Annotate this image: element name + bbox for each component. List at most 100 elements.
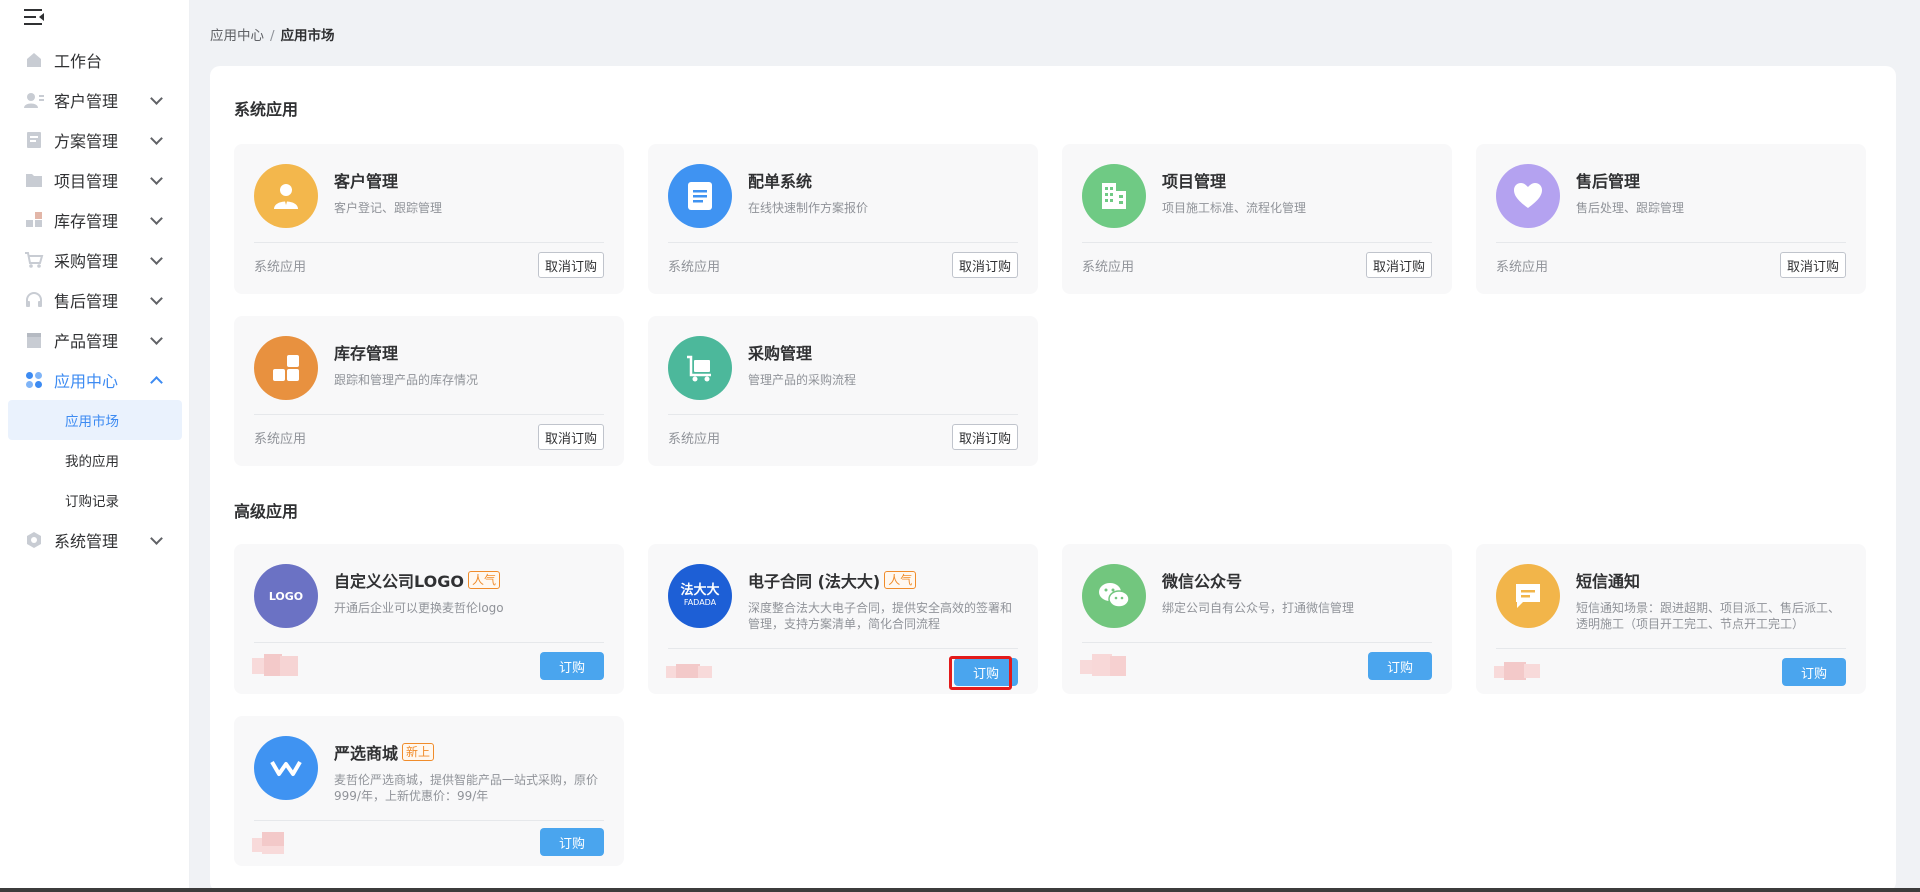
divider (1496, 648, 1846, 649)
cancel-subscription-button[interactable]: 取消订购 (1779, 252, 1846, 278)
section-title-advanced: 高级应用 (234, 502, 299, 521)
app-name: 库存管理 (334, 340, 398, 364)
sidebar-menu: 工作台 客户管理 方案管理 项目管理 库存管理 采购管理 售后管理 产品管理 应… (0, 40, 190, 560)
breadcrumb-separator: / (270, 28, 275, 44)
headset-icon (24, 290, 44, 310)
app-description: 跟踪和管理产品的库存情况 (334, 373, 479, 387)
app-description: 深度整合法大大电子合同，提供安全高效的签署和管理，支持方案清单，简化合同流程 (748, 601, 1013, 631)
sidebar-item-label: 库存管理 (54, 212, 119, 231)
customer-icon (24, 90, 44, 110)
mall-icon (254, 736, 318, 800)
app-name: 严选商城 新上 (334, 740, 435, 764)
app-card: 项目管理 项目施工标准、流程化管理 系统应用 取消订购 (1062, 144, 1452, 294)
blurred-price (1494, 660, 1540, 684)
sidebar-item-label: 产品管理 (54, 332, 119, 351)
subscribe-button[interactable]: 订购 (954, 658, 1018, 686)
divider (254, 242, 604, 243)
app-description: 售后处理、跟踪管理 (1576, 201, 1685, 215)
sidebar-item-project[interactable]: 项目管理 (0, 160, 190, 200)
sidebar-item-plan[interactable]: 方案管理 (0, 120, 190, 160)
app-name-text: 严选商城 (334, 744, 399, 763)
subscribe-button[interactable]: 订购 (540, 828, 604, 856)
app-name: 微信公众号 (1162, 568, 1242, 592)
cancel-subscription-button[interactable]: 取消订购 (951, 252, 1018, 278)
app-name-text: 项目管理 (1162, 172, 1227, 191)
chevron-down-icon (150, 252, 163, 265)
sidebar-item-workbench[interactable]: 工作台 (0, 40, 190, 80)
app-card: LOGO 自定义公司LOGO 人气 开通后企业可以更换麦哲伦logo 订购 (234, 544, 624, 694)
cancel-subscription-button[interactable]: 取消订购 (537, 252, 604, 278)
app-card: 严选商城 新上 麦哲伦严选商城，提供智能产品一站式采购，原价999/年，上新优惠价… (234, 716, 624, 866)
blocks-icon (254, 336, 318, 400)
app-description: 项目施工标准、流程化管理 (1162, 201, 1307, 215)
sidebar-item-label: 工作台 (54, 52, 103, 71)
cancel-subscription-button[interactable]: 取消订购 (951, 424, 1018, 450)
sidebar-subitem-app-market[interactable]: 应用市场 (8, 400, 182, 440)
popular-badge: 人气 (467, 571, 500, 589)
sidebar-subitem-my-apps[interactable]: 我的应用 (8, 440, 182, 480)
chevron-down-icon (150, 92, 163, 105)
chevron-down-icon (150, 332, 163, 345)
fadada-icon: 法大大 FADADA (668, 564, 732, 628)
wechat-icon (1082, 564, 1146, 628)
subscribe-button[interactable]: 订购 (1368, 652, 1432, 680)
sidebar-subitem-order-records[interactable]: 订购记录 (8, 480, 182, 520)
app-card: 微信公众号 绑定公司自有公众号，打通微信管理 订购 (1062, 544, 1452, 694)
app-market-panel: 系统应用 客户管理 客户登记、跟踪管理 系统应用 取消订购 配单系统 在线快速制… (210, 66, 1896, 892)
sidebar-item-label: 采购管理 (54, 252, 119, 271)
subscribe-button[interactable]: 订购 (540, 652, 604, 680)
person-icon (254, 164, 318, 228)
app-name-text: 客户管理 (334, 172, 399, 191)
divider (1082, 242, 1432, 243)
document-icon (668, 164, 732, 228)
sidebar-item-purchase[interactable]: 采购管理 (0, 240, 190, 280)
document-icon (24, 130, 44, 150)
blurred-price (666, 662, 712, 686)
app-type-label: 系统应用 (668, 260, 721, 275)
app-card: 客户管理 客户登记、跟踪管理 系统应用 取消订购 (234, 144, 624, 294)
sidebar-item-label: 售后管理 (54, 292, 119, 311)
app-card: 短信通知 短信通知场景：跟进超期、项目派工、售后派工、透明施工（项目开工完工、节… (1476, 544, 1866, 694)
app-type-label: 系统应用 (1496, 260, 1549, 275)
sidebar-item-aftersale[interactable]: 售后管理 (0, 280, 190, 320)
app-description: 在线快速制作方案报价 (748, 201, 869, 215)
app-name-text: 微信公众号 (1162, 572, 1243, 591)
app-card: 法大大 FADADA 电子合同 (法大大) 人气 深度整合法大大电子合同，提供安全… (648, 544, 1038, 694)
divider (1496, 242, 1846, 243)
app-name-text: 采购管理 (748, 344, 813, 363)
breadcrumb-parent[interactable]: 应用中心 (210, 28, 264, 44)
home-icon (24, 50, 44, 70)
sidebar-item-system[interactable]: 系统管理 (0, 520, 190, 560)
cancel-subscription-button[interactable]: 取消订购 (1365, 252, 1432, 278)
app-card: 库存管理 跟踪和管理产品的库存情况 系统应用 取消订购 (234, 316, 624, 466)
logo-subtext: FADADA (683, 598, 717, 607)
chevron-down-icon (150, 212, 163, 225)
chevron-up-icon (150, 376, 163, 389)
app-description: 短信通知场景：跟进超期、项目派工、售后派工、透明施工（项目开工完工、节点开工完工… (1576, 601, 1841, 631)
section-title-system: 系统应用 (234, 100, 299, 119)
divider (254, 642, 604, 643)
cancel-subscription-button[interactable]: 取消订购 (537, 424, 604, 450)
app-card: 采购管理 管理产品的采购流程 系统应用 取消订购 (648, 316, 1038, 466)
app-description: 绑定公司自有公众号，打通微信管理 (1162, 601, 1355, 615)
sidebar-item-customer[interactable]: 客户管理 (0, 80, 190, 120)
inventory-icon (24, 210, 44, 230)
building-icon (1082, 164, 1146, 228)
app-card: 配单系统 在线快速制作方案报价 系统应用 取消订购 (648, 144, 1038, 294)
subscribe-button[interactable]: 订购 (1782, 658, 1846, 686)
sidebar-item-product[interactable]: 产品管理 (0, 320, 190, 360)
sidebar-item-inventory[interactable]: 库存管理 (0, 200, 190, 240)
box-icon (24, 330, 44, 350)
logo-icon: LOGO (254, 564, 318, 628)
app-type-label: 系统应用 (668, 432, 721, 447)
blurred-price (252, 654, 298, 678)
app-name: 项目管理 (1162, 168, 1226, 192)
menu-collapse-icon[interactable] (24, 8, 44, 26)
app-card: 售后管理 售后处理、跟踪管理 系统应用 取消订购 (1476, 144, 1866, 294)
app-name-text: 售后管理 (1576, 172, 1641, 191)
app-name-text: 自定义公司LOGO (334, 572, 464, 591)
app-type-label: 系统应用 (254, 260, 307, 275)
app-description: 管理产品的采购流程 (748, 373, 857, 387)
sidebar-item-app-center[interactable]: 应用中心 (0, 360, 190, 400)
app-name: 短信通知 (1576, 568, 1640, 592)
